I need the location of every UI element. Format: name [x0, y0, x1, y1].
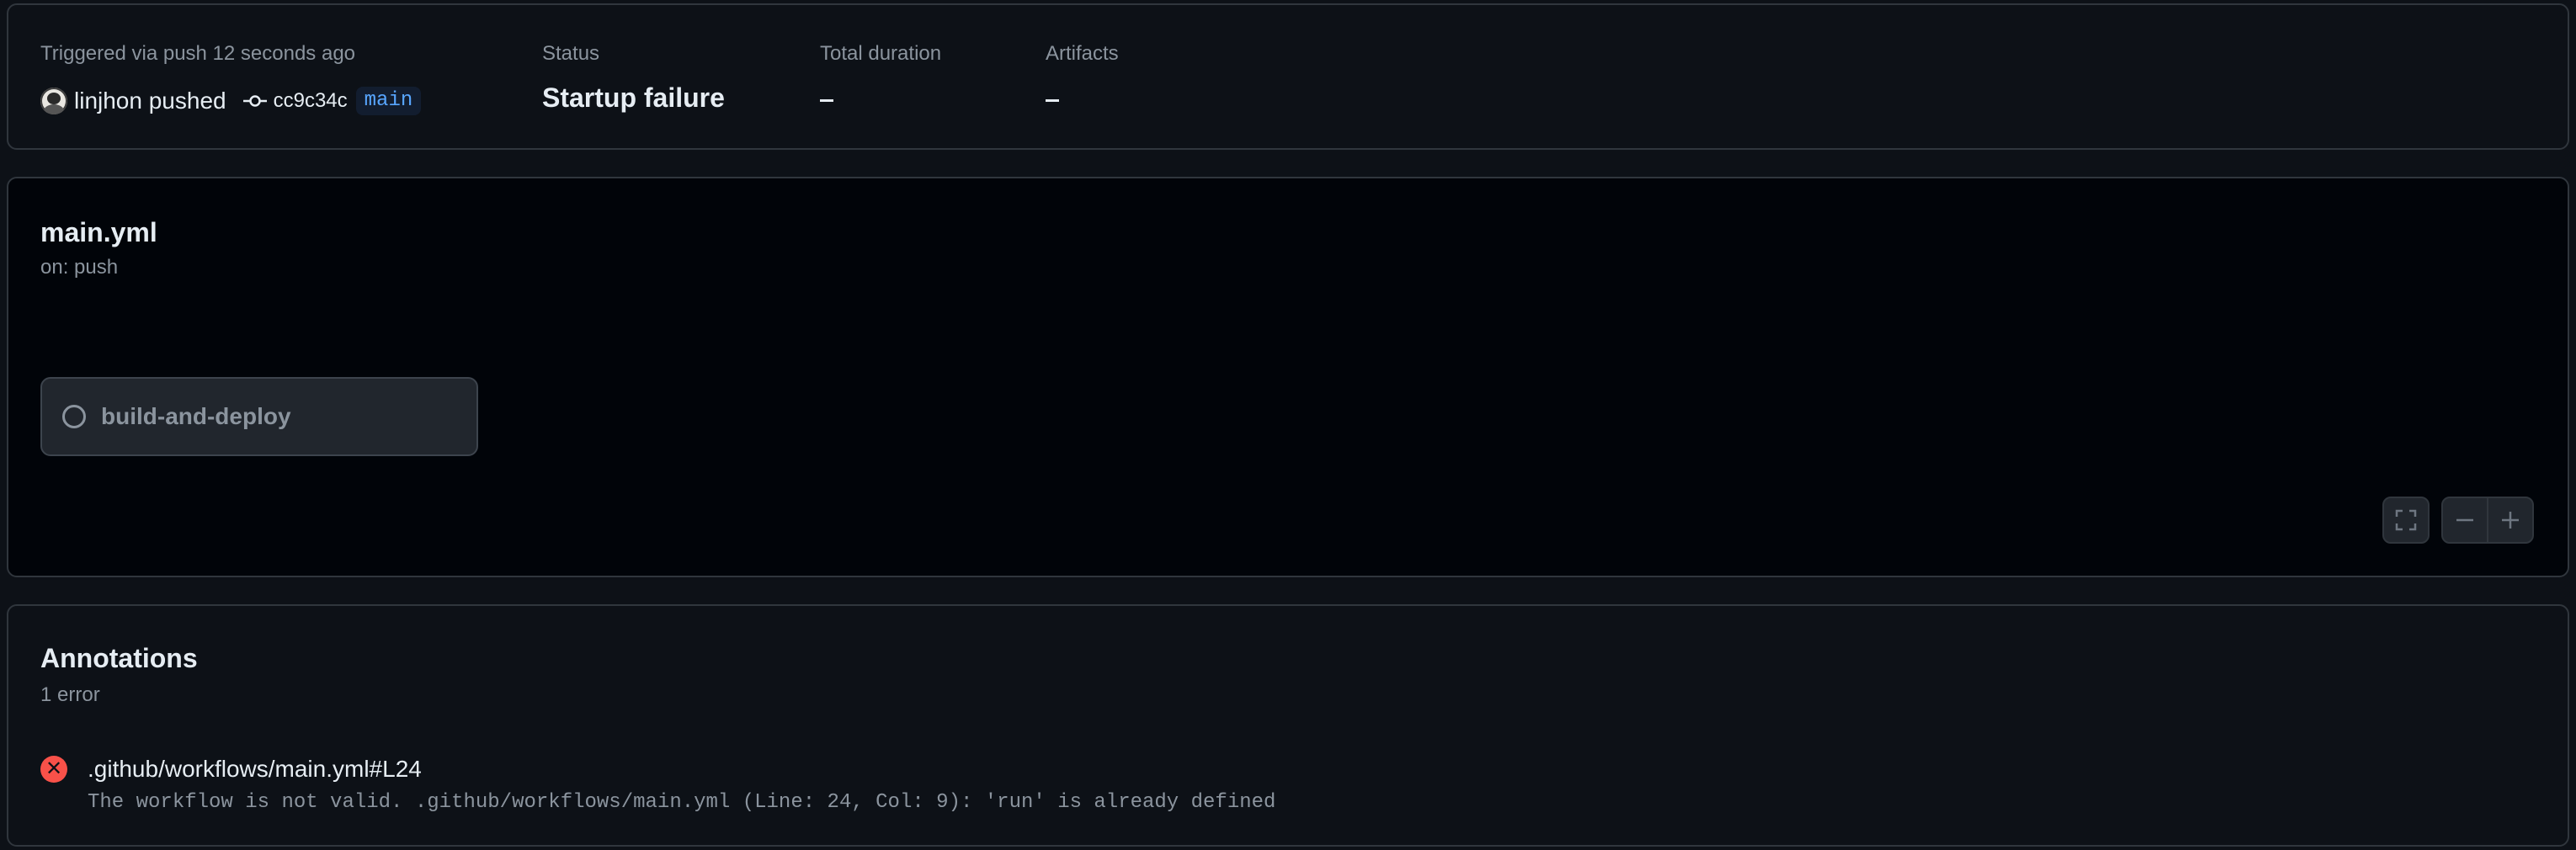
artifacts-empty-dash [1046, 99, 1059, 102]
workflow-graph-panel: main.yml on: push build-and-deploy [7, 177, 2569, 577]
zoom-out-button[interactable] [2443, 498, 2487, 542]
workflow-trigger: on: push [40, 256, 119, 279]
fullscreen-icon [2395, 509, 2417, 531]
job-card-build-and-deploy[interactable]: build-and-deploy [40, 377, 478, 456]
duration-label: Total duration [820, 42, 942, 65]
commit-sha-link[interactable]: cc9c34c [274, 89, 348, 113]
zoom-in-button[interactable] [2487, 498, 2532, 542]
annotations-title: Annotations [40, 643, 198, 673]
circle-icon [62, 405, 86, 428]
annotations-panel: Annotations 1 error ✕ .github/workflows/… [7, 604, 2569, 847]
run-summary-panel: Triggered via push 12 seconds ago linjho… [7, 3, 2569, 150]
workflow-file-name: main.yml [40, 217, 157, 247]
job-name: build-and-deploy [101, 403, 291, 429]
git-commit-icon [242, 95, 267, 107]
annotation-message: The workflow is not valid. .github/workf… [88, 791, 1276, 814]
error-x-circle-icon: ✕ [40, 756, 67, 783]
annotation-location-link[interactable]: .github/workflows/main.yml#L24 [88, 754, 1275, 784]
status-value: Startup failure [542, 82, 725, 113]
zoom-out-icon [2456, 518, 2473, 522]
artifacts-label: Artifacts [1046, 42, 1119, 65]
zoom-controls [2441, 497, 2534, 544]
branch-badge[interactable]: main [355, 87, 422, 115]
actor-link[interactable]: linjhon pushed [74, 88, 226, 114]
zoom-in-icon [2502, 512, 2519, 529]
trigger-text: Triggered via push 12 seconds ago [40, 42, 356, 65]
status-label: Status [542, 42, 600, 65]
annotation-item: ✕ .github/workflows/main.yml#L24 The wor… [40, 754, 1275, 818]
user-avatar[interactable] [40, 88, 67, 114]
annotations-count: 1 error [40, 683, 100, 706]
fullscreen-button[interactable] [2382, 497, 2430, 544]
commit-info-row: linjhon pushed cc9c34c main [40, 84, 422, 118]
duration-empty-dash [820, 99, 833, 102]
